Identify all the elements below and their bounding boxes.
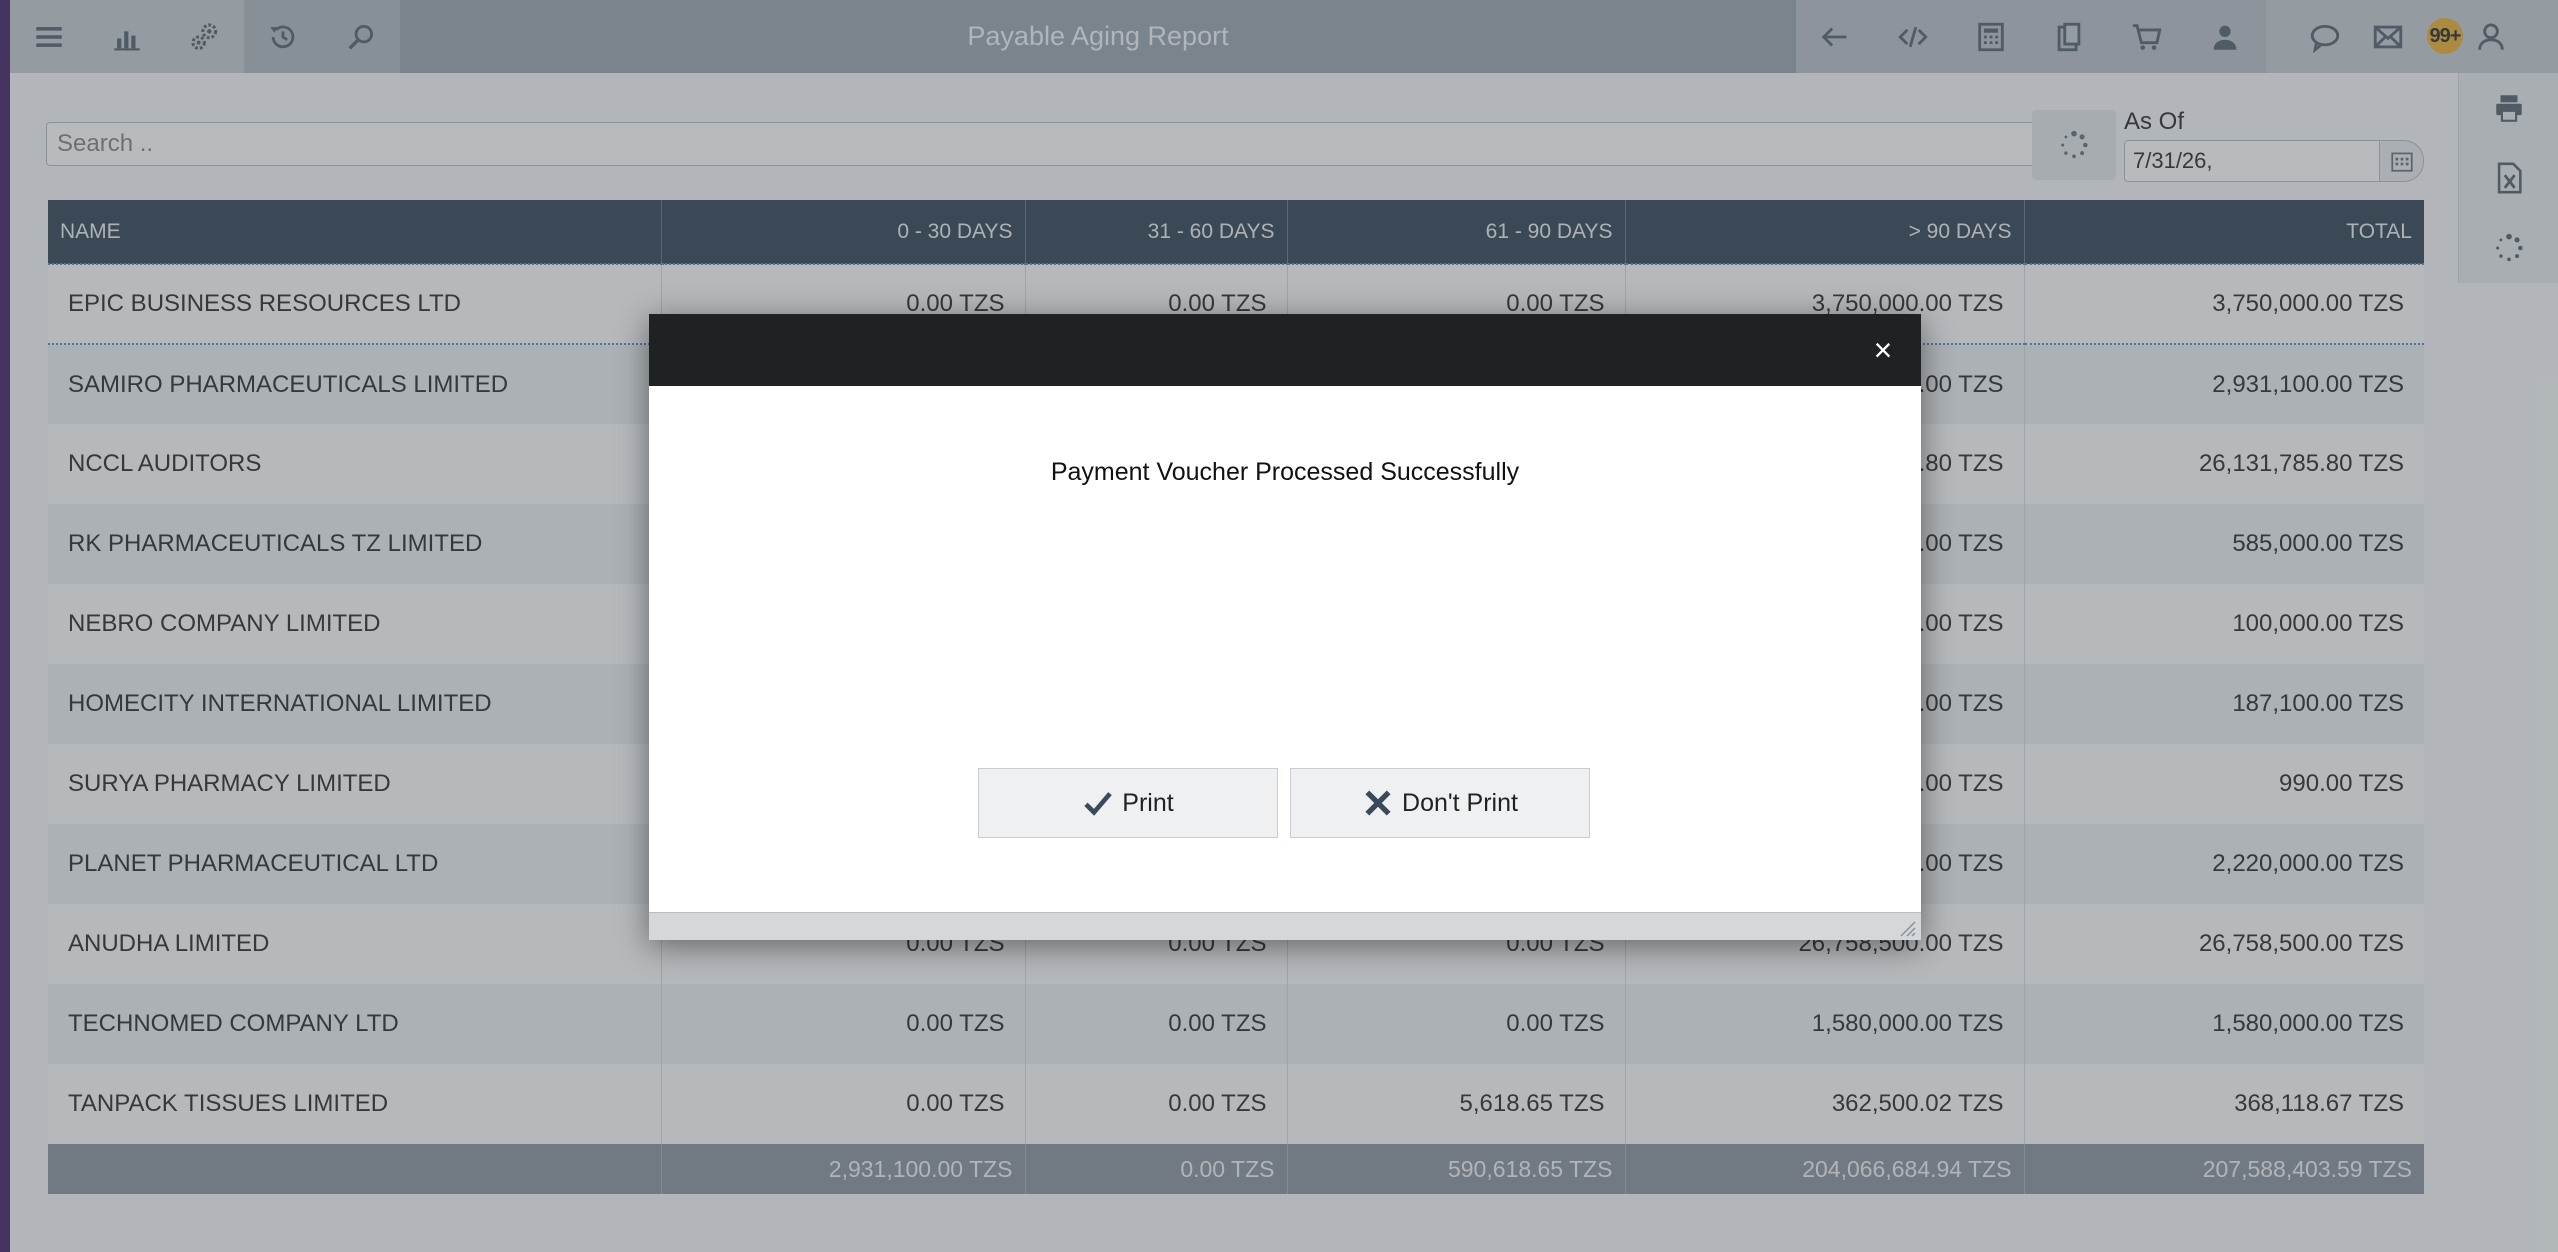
print-button-label: Print [1122, 788, 1174, 817]
print-button[interactable]: Print [978, 768, 1278, 838]
dialog-footer [649, 912, 1921, 940]
x-icon [1365, 790, 1391, 816]
dialog-titlebar: × [649, 314, 1921, 386]
dont-print-button-label: Don't Print [1402, 788, 1518, 817]
payment-voucher-dialog: × Payment Voucher Processed Successfully… [649, 314, 1921, 940]
resize-grip-icon[interactable] [1895, 916, 1917, 938]
dont-print-button[interactable]: Don't Print [1290, 768, 1590, 838]
close-icon[interactable]: × [1865, 332, 1901, 368]
checkmark-icon [1084, 792, 1113, 816]
dialog-message: Payment Voucher Processed Successfully [1050, 458, 1520, 486]
